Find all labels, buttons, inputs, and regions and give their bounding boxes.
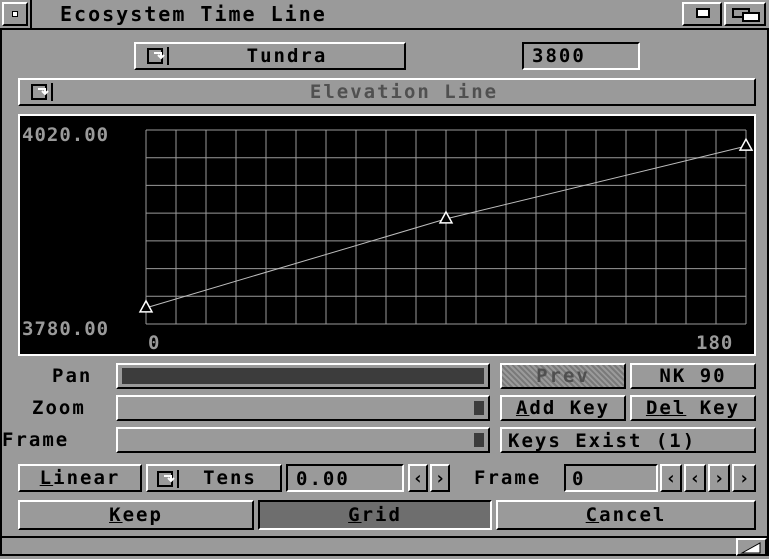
right-arrow-icon: › <box>713 467 725 489</box>
elevation-value-field[interactable]: 3800 <box>522 42 640 70</box>
ecosystem-cycle-button[interactable]: Tundra <box>134 42 406 70</box>
cancel-text: ancel <box>599 503 667 526</box>
tens-value-field[interactable]: 0.00 <box>286 464 404 492</box>
add-key-hotkey: A <box>515 396 530 419</box>
resize-gadget[interactable] <box>736 538 767 556</box>
cycle-icon <box>156 470 180 492</box>
linear-text: inear <box>53 466 121 489</box>
frame-slider[interactable] <box>116 427 490 453</box>
frame-prev-button[interactable]: ‹ <box>684 464 706 492</box>
right-arrow-icon: › <box>738 467 750 489</box>
grid-toggle-button[interactable]: Grid <box>258 500 492 530</box>
keys-exist-display: Keys Exist (1) <box>500 427 756 453</box>
left-arrow-icon: ‹ <box>665 467 677 489</box>
tens-value-text: 0.00 <box>296 468 350 490</box>
left-arrow-icon: ‹ <box>689 467 701 489</box>
window-title: Ecosystem Time Line <box>60 2 327 26</box>
linear-hotkey: L <box>39 466 54 489</box>
frame-label: Frame <box>2 429 70 451</box>
frame-slider-knob[interactable] <box>474 433 484 447</box>
left-arrow-icon: ‹ <box>412 467 424 489</box>
elevation-value-text: 3800 <box>532 45 586 67</box>
next-key-button[interactable]: NK 90 <box>630 363 756 389</box>
depth-icon-front <box>742 12 760 22</box>
delete-key-button[interactable]: Del Key <box>630 395 756 421</box>
keep-text: eep <box>122 503 163 526</box>
close-icon <box>12 11 18 17</box>
pan-label: Pan <box>52 365 93 387</box>
delete-key-label: Del Key <box>632 397 754 419</box>
title-bar[interactable]: Ecosystem Time Line <box>0 0 769 30</box>
frame-first-button[interactable]: ‹ <box>660 464 682 492</box>
delete-key-hotkey: D <box>645 396 660 419</box>
grid-label: Grid <box>260 502 490 528</box>
zoom-slider-knob[interactable] <box>474 401 484 415</box>
zoom-button[interactable] <box>682 2 722 26</box>
graph-plot[interactable] <box>20 116 754 354</box>
timeline-graph[interactable]: 4020.00 3780.00 0 180 <box>18 114 756 356</box>
zoom-slider[interactable] <box>116 395 490 421</box>
frame-next-button[interactable]: › <box>708 464 730 492</box>
add-key-label: Add Key <box>502 397 624 419</box>
keys-exist-text: Keys Exist (1) <box>508 430 697 452</box>
linear-label: Linear <box>20 466 140 490</box>
delete-key-text-a: el <box>659 396 687 419</box>
add-key-button[interactable]: Add Key <box>500 395 626 421</box>
frame-last-button[interactable]: › <box>732 464 756 492</box>
zoom-label: Zoom <box>32 397 86 419</box>
pan-slider-knob[interactable] <box>122 368 484 384</box>
cycle-icon <box>30 83 54 105</box>
cancel-hotkey: C <box>585 503 600 526</box>
tens-decrement-button[interactable]: ‹ <box>408 464 428 492</box>
cancel-button[interactable]: Cancel <box>496 500 756 530</box>
title-divider <box>30 0 32 28</box>
frame-value-field[interactable]: 0 <box>564 464 658 492</box>
linear-toggle-button[interactable]: Linear <box>18 464 142 492</box>
delete-key-text-b: Key <box>686 396 741 419</box>
grid-text: rid <box>361 503 402 526</box>
tens-cycle-button[interactable]: Tens <box>146 464 282 492</box>
keep-label: Keep <box>20 502 252 528</box>
tens-label: Tens <box>203 466 257 489</box>
pan-slider[interactable] <box>116 363 490 389</box>
frame-field-label: Frame <box>474 467 542 489</box>
frame-value-text: 0 <box>572 468 586 490</box>
right-arrow-icon: › <box>434 467 446 489</box>
status-divider <box>0 536 769 538</box>
close-button[interactable] <box>2 2 28 26</box>
grid-hotkey: G <box>348 503 362 526</box>
resize-icon <box>740 542 761 554</box>
ecosystem-name: Tundra <box>246 44 328 67</box>
keep-button[interactable]: Keep <box>18 500 254 530</box>
prev-key-button[interactable]: Prev <box>500 363 626 389</box>
next-key-label: NK 90 <box>659 364 727 387</box>
depth-button[interactable] <box>724 2 766 26</box>
zoom-icon <box>696 8 710 18</box>
key-frame-marker[interactable] <box>738 137 754 151</box>
cancel-label: Cancel <box>498 502 754 528</box>
keep-hotkey: K <box>109 503 123 526</box>
parameter-name: Elevation Line <box>309 80 499 103</box>
cycle-icon <box>146 47 170 69</box>
parameter-cycle-button[interactable]: Elevation Line <box>18 78 756 106</box>
tens-increment-button[interactable]: › <box>430 464 450 492</box>
prev-key-label: Prev <box>536 364 590 387</box>
add-key-text: dd Key <box>529 396 611 419</box>
